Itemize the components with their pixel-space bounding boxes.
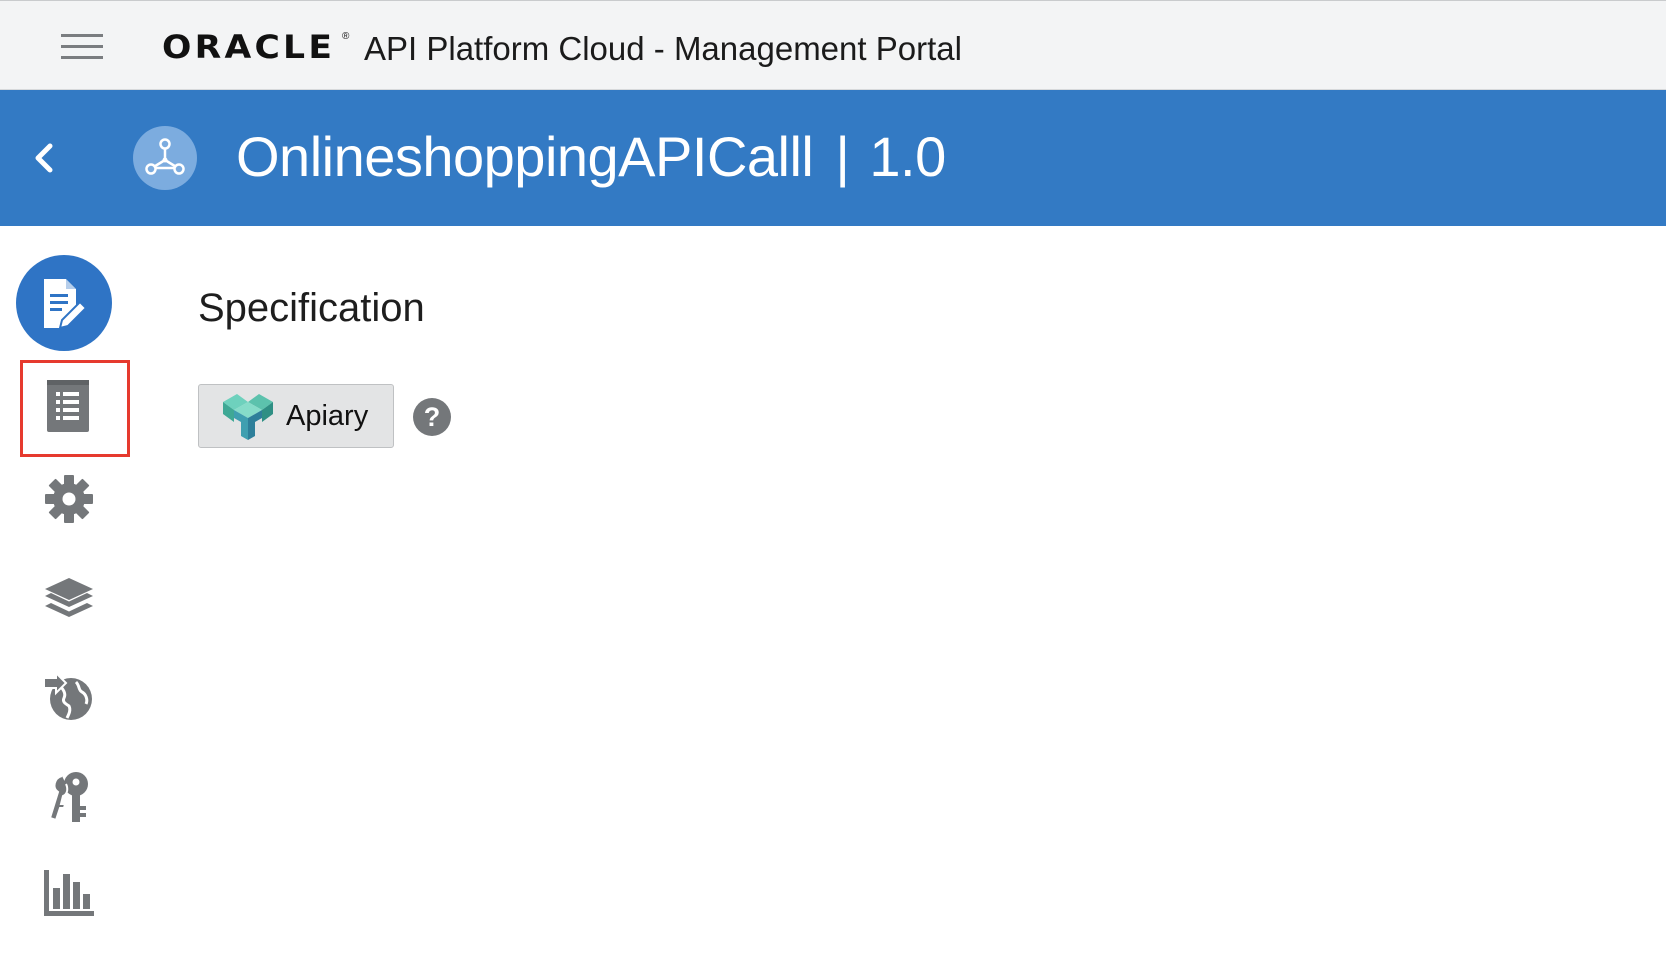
document-edit-icon: [44, 279, 88, 330]
api-sidebar: [0, 226, 140, 966]
api-network-icon: [133, 126, 197, 190]
sidebar-item-api-specification[interactable]: [16, 366, 120, 462]
oracle-logo: ORACLE: [162, 28, 336, 66]
hamburger-menu-icon[interactable]: [61, 34, 103, 60]
apiary-button-label: Apiary: [286, 400, 369, 432]
sidebar-item-api-implementation[interactable]: [16, 226, 120, 351]
globe-deploy-icon: [43, 672, 92, 720]
bar-chart-icon: [44, 870, 94, 916]
keys-icon: [48, 772, 88, 822]
gear-icon: [45, 475, 93, 523]
sidebar-item-policies[interactable]: [16, 464, 120, 560]
sidebar-item-analytics[interactable]: [16, 856, 120, 952]
api-title: OnlineshoppingAPICalll | 1.0: [236, 124, 946, 190]
sidebar-item-deployments[interactable]: [16, 562, 120, 658]
api-name: OnlineshoppingAPICalll: [236, 125, 814, 188]
layers-icon: [45, 578, 93, 617]
api-header: OnlineshoppingAPICalll | 1.0: [0, 90, 1666, 226]
clipboard-list-icon: [47, 380, 89, 432]
sidebar-item-grants[interactable]: [16, 758, 120, 854]
section-title: Specification: [198, 286, 425, 330]
apiary-button[interactable]: Apiary: [198, 384, 394, 448]
apiary-logo-icon: [223, 394, 273, 440]
sidebar-item-publication[interactable]: [16, 660, 120, 756]
title-separator: |: [835, 125, 850, 188]
top-bar: ORACLE ® API Platform Cloud - Management…: [0, 0, 1666, 90]
portal-title: API Platform Cloud - Management Portal: [364, 30, 962, 67]
back-chevron-icon[interactable]: [28, 136, 62, 180]
api-version: 1.0: [869, 125, 946, 188]
help-icon[interactable]: ?: [413, 398, 451, 436]
registered-mark: ®: [342, 31, 350, 42]
